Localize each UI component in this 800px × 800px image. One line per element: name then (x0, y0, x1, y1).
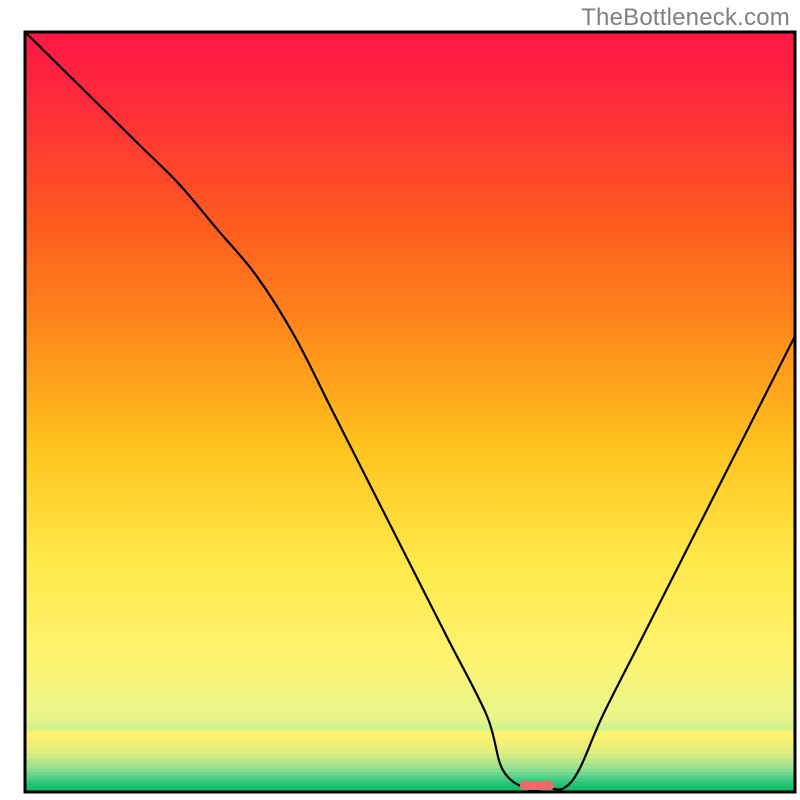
plot-area (25, 32, 795, 792)
bottleneck-chart (0, 0, 800, 800)
optimal-marker (520, 781, 555, 790)
chart-container: TheBottleneck.com (0, 0, 800, 800)
watermark-text: TheBottleneck.com (581, 4, 790, 32)
bottom-bands (25, 731, 795, 792)
